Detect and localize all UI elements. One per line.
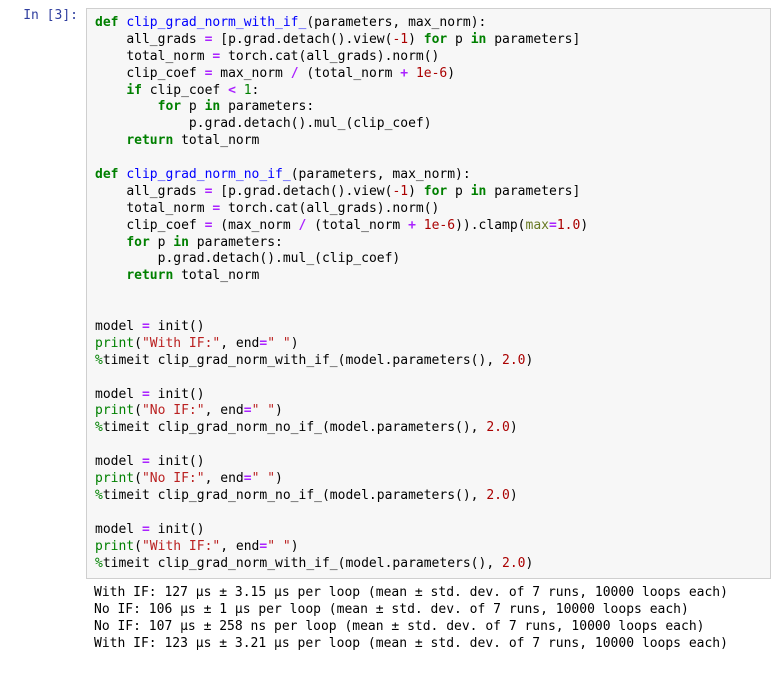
code-line: model = init() (95, 522, 205, 537)
code-line: clip_coef = max_norm / (total_norm + 1e-… (95, 66, 455, 81)
cell-output: With IF: 127 µs ± 3.15 µs per loop (mean… (86, 579, 771, 659)
code-line: print("No IF:", end=" ") (95, 403, 283, 418)
code-line: all_grads = [p.grad.detach().view(-1) fo… (95, 184, 580, 199)
code-line: if clip_coef < 1: (95, 83, 259, 98)
code-line: return total_norm (95, 133, 259, 148)
input-prompt: In [3]: (8, 8, 86, 25)
code-line: print("With IF:", end=" ") (95, 539, 299, 554)
code-line: print("With IF:", end=" ") (95, 336, 299, 351)
code-line: clip_coef = (max_norm / (total_norm + 1e… (95, 218, 588, 233)
code-line: model = init() (95, 387, 205, 402)
code-line: %timeit clip_grad_norm_no_if_(model.para… (95, 420, 518, 435)
code-line: def clip_grad_norm_no_if_(parameters, ma… (95, 167, 471, 182)
output-line: No IF: 107 µs ± 258 ns per loop (mean ± … (94, 619, 704, 634)
code-line: total_norm = torch.cat(all_grads).norm() (95, 49, 439, 64)
output-line: With IF: 127 µs ± 3.15 µs per loop (mean… (94, 585, 728, 600)
output-line: With IF: 123 µs ± 3.21 µs per loop (mean… (94, 636, 728, 651)
code-line: p.grad.detach().mul_(clip_coef) (95, 116, 432, 131)
code-line: %timeit clip_grad_norm_with_if_(model.pa… (95, 353, 533, 368)
code-line: %timeit clip_grad_norm_no_if_(model.para… (95, 488, 518, 503)
code-line: def clip_grad_norm_with_if_(parameters, … (95, 15, 486, 30)
code-line: for p in parameters: (95, 235, 283, 250)
code-line: %timeit clip_grad_norm_with_if_(model.pa… (95, 556, 533, 571)
code-line: print("No IF:", end=" ") (95, 471, 283, 486)
notebook-cell: In [3]: def clip_grad_norm_with_if_(para… (8, 8, 771, 659)
code-input[interactable]: def clip_grad_norm_with_if_(parameters, … (86, 8, 771, 579)
code-line: model = init() (95, 454, 205, 469)
code-line: model = init() (95, 319, 205, 334)
cell-body: def clip_grad_norm_with_if_(parameters, … (86, 8, 771, 659)
code-line: total_norm = torch.cat(all_grads).norm() (95, 201, 439, 216)
code-line: all_grads = [p.grad.detach().view(-1) fo… (95, 32, 580, 47)
code-line: return total_norm (95, 268, 259, 283)
output-line: No IF: 106 µs ± 1 µs per loop (mean ± st… (94, 602, 689, 617)
code-line: p.grad.detach().mul_(clip_coef) (95, 251, 400, 266)
code-line: for p in parameters: (95, 99, 314, 114)
